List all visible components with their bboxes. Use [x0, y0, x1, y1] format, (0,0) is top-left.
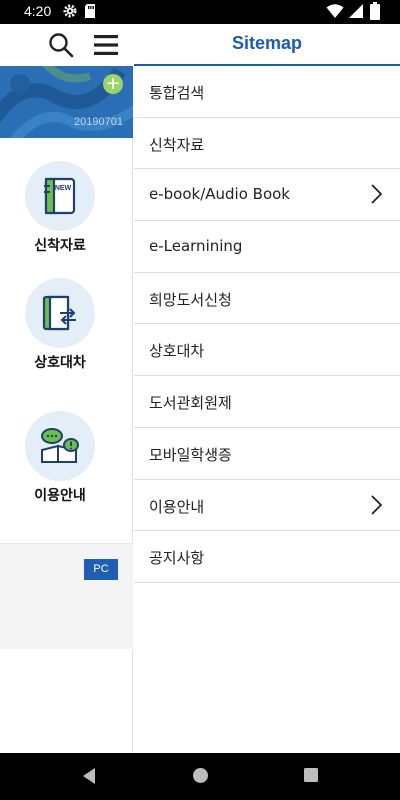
sitemap-drawer: Sitemap 통합검색 신착자료 e-book/Audio Book e-Le… — [134, 24, 400, 753]
main-page: + 20190701 NEW 신착자료 상호대차 이용안내 PC — [0, 24, 133, 753]
hamburger-menu-icon — [94, 35, 118, 60]
home-circle-icon[interactable] — [192, 767, 209, 788]
battery-icon — [370, 2, 380, 20]
guide-speech-icon — [41, 428, 79, 463]
interlibrary-loan-icon-circle — [25, 278, 95, 348]
new-book-icon: NEW — [44, 177, 76, 215]
quick-link-label: 신착자료 — [34, 238, 86, 254]
sitemap-item-label: 희망도서신청 — [149, 290, 232, 309]
quick-link-usage-guide[interactable]: 이용안내 — [0, 411, 133, 511]
cellular-signal-icon — [348, 3, 364, 19]
settings-gear-icon — [62, 3, 78, 19]
sitemap-item-book-request[interactable]: 희망도서신청 — [134, 273, 400, 325]
sitemap-item-label: 도서관회원제 — [149, 394, 232, 413]
sitemap-item-notices[interactable]: 공지사항 — [134, 531, 400, 583]
sitemap-item-e-learning[interactable]: e-Learnining — [134, 221, 400, 273]
sitemap-item-label: 모바일학생증 — [149, 445, 232, 464]
status-bar: 4:20 — [0, 0, 400, 24]
quick-link-label: 상호대차 — [34, 355, 86, 371]
status-time: 4:20 — [24, 3, 52, 19]
sitemap-item-interlibrary-loan[interactable]: 상호대차 — [134, 324, 400, 377]
quick-link-interlibrary-loan[interactable]: 상호대차 — [0, 278, 133, 378]
menu-button[interactable] — [94, 34, 118, 56]
back-triangle-icon[interactable] — [81, 767, 97, 789]
sitemap-item-library-membership[interactable]: 도서관회원제 — [134, 376, 400, 428]
drawer-header: Sitemap — [134, 24, 400, 66]
new-book-icon-circle: NEW — [25, 161, 95, 231]
chevron-right-icon[interactable] — [370, 494, 383, 515]
top-bar — [0, 24, 133, 66]
sitemap-item-label: 이용안내 — [149, 497, 205, 516]
sitemap-menu-list: 통합검색 신착자료 e-book/Audio Book e-Learnining… — [134, 66, 400, 583]
sitemap-item-new-arrivals[interactable]: 신착자료 — [134, 118, 400, 170]
interlibrary-loan-icon — [42, 295, 76, 331]
quick-link-label: 이용안내 — [34, 488, 86, 504]
sd-card-icon — [84, 3, 96, 19]
system-navigation-bar — [0, 753, 400, 800]
search-button[interactable] — [48, 32, 74, 58]
screen: 4:20 + 20190701 NEW 신착자료 상호대차 이용안내 PC Si… — [0, 0, 400, 800]
sitemap-item-label: e-book/Audio Book — [149, 185, 290, 204]
promo-banner[interactable]: + 20190701 — [0, 66, 133, 138]
sitemap-item-integrated-search[interactable]: 통합검색 — [134, 66, 400, 118]
sitemap-item-ebook-audiobook[interactable]: e-book/Audio Book — [134, 169, 400, 222]
drawer-title: Sitemap — [231, 33, 303, 53]
sitemap-item-label: e-Learnining — [149, 237, 243, 256]
sitemap-item-mobile-student-id[interactable]: 모바일학생증 — [134, 428, 400, 480]
quick-link-new-arrivals[interactable]: NEW 신착자료 — [0, 161, 133, 261]
wifi-icon — [326, 3, 344, 19]
footer-block: PC — [0, 543, 133, 649]
svg-text:NEW: NEW — [55, 185, 72, 192]
recents-square-icon[interactable] — [303, 767, 319, 787]
sitemap-item-label: 신착자료 — [149, 135, 205, 154]
search-icon — [48, 33, 74, 62]
chevron-right-icon[interactable] — [370, 184, 383, 205]
banner-add-button[interactable]: + — [103, 74, 123, 94]
pc-version-button[interactable]: PC — [84, 559, 118, 580]
banner-date: 20190701 — [74, 116, 123, 128]
sitemap-item-label: 통합검색 — [149, 84, 205, 102]
guide-speech-icon-circle — [25, 411, 95, 481]
sitemap-item-label: 공지사항 — [149, 549, 205, 568]
sitemap-item-label: 상호대차 — [149, 342, 205, 361]
sitemap-item-usage-guide[interactable]: 이용안내 — [134, 480, 400, 532]
